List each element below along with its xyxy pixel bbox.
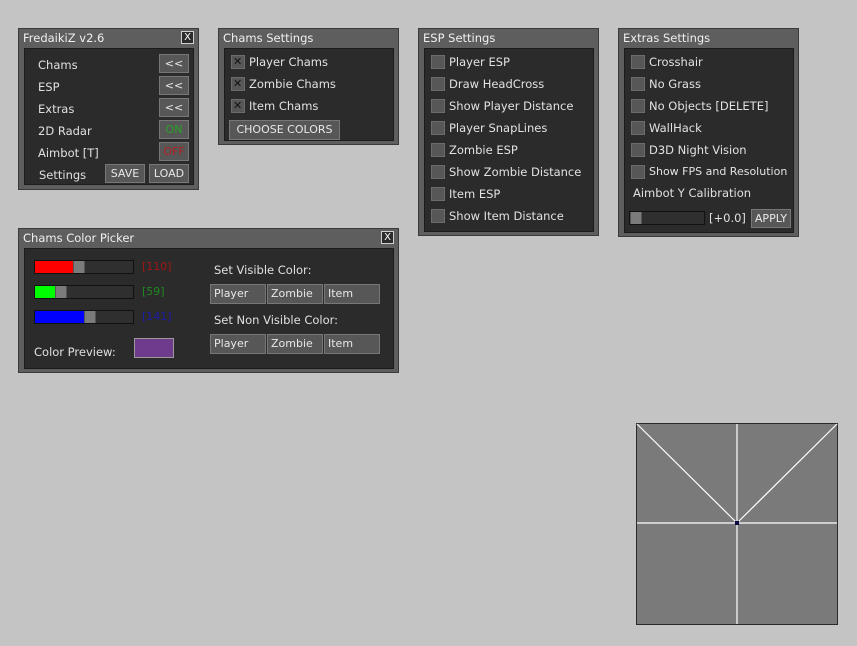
blue-slider-knob[interactable] bbox=[84, 311, 96, 323]
player-chams-label: Player Chams bbox=[249, 55, 329, 69]
aimbot-calibration-knob[interactable] bbox=[630, 212, 642, 224]
player-snaplines-checkbox[interactable] bbox=[431, 121, 445, 135]
non-visible-player-button[interactable]: Player bbox=[210, 334, 266, 354]
main-panel-close-button[interactable]: X bbox=[181, 31, 194, 44]
esp-expand-button[interactable]: << bbox=[159, 76, 189, 95]
chams-label: Chams bbox=[38, 58, 78, 72]
green-slider-fill bbox=[35, 286, 55, 298]
no-objects-label: No Objects [DELETE] bbox=[649, 99, 769, 113]
set-non-visible-color-label: Set Non Visible Color: bbox=[214, 313, 339, 327]
zombie-chams-label: Zombie Chams bbox=[249, 77, 336, 91]
visible-player-button[interactable]: Player bbox=[210, 284, 266, 304]
chams-settings-title[interactable]: Chams Settings bbox=[219, 29, 398, 47]
radar-center-marker bbox=[735, 521, 739, 525]
player-esp-checkbox[interactable] bbox=[431, 55, 445, 69]
item-esp-checkbox[interactable] bbox=[431, 187, 445, 201]
apply-button[interactable]: APPLY bbox=[751, 209, 791, 228]
non-visible-zombie-button[interactable]: Zombie bbox=[267, 334, 323, 354]
player-snaplines-label: Player SnapLines bbox=[449, 121, 548, 135]
player-esp-label: Player ESP bbox=[449, 55, 510, 69]
no-grass-label: No Grass bbox=[649, 77, 701, 91]
aimbot-label: Aimbot [T] bbox=[38, 146, 99, 160]
item-chams-label: Item Chams bbox=[249, 99, 319, 113]
show-player-distance-checkbox[interactable] bbox=[431, 99, 445, 113]
load-button[interactable]: LOAD bbox=[149, 164, 189, 183]
radar-2d-toggle[interactable]: ON bbox=[159, 120, 189, 139]
esp-settings-panel: ESP Settings Player ESP Draw HeadCross S… bbox=[418, 28, 599, 236]
color-picker-close-button[interactable]: X bbox=[381, 231, 394, 244]
esp-settings-body: Player ESP Draw HeadCross Show Player Di… bbox=[424, 48, 594, 232]
chams-settings-panel: Chams Settings Player Chams Zombie Chams… bbox=[218, 28, 399, 145]
color-preview-swatch bbox=[134, 338, 174, 358]
no-grass-checkbox[interactable] bbox=[631, 77, 645, 91]
no-objects-checkbox[interactable] bbox=[631, 99, 645, 113]
green-slider[interactable] bbox=[34, 285, 134, 299]
main-panel: FredaikiZ v2.6 X Chams << ESP << Extras … bbox=[18, 28, 199, 190]
green-slider-knob[interactable] bbox=[55, 286, 67, 298]
item-chams-checkbox[interactable] bbox=[231, 99, 245, 113]
show-item-distance-checkbox[interactable] bbox=[431, 209, 445, 223]
aimbot-calibration-slider[interactable] bbox=[629, 211, 705, 225]
show-item-distance-label: Show Item Distance bbox=[449, 209, 564, 223]
extras-settings-body: Crosshair No Grass No Objects [DELETE] W… bbox=[624, 48, 794, 233]
zombie-esp-label: Zombie ESP bbox=[449, 143, 518, 157]
color-picker-panel: Chams Color Picker X [110] [59] [141] Co… bbox=[18, 228, 399, 373]
save-button[interactable]: SAVE bbox=[105, 164, 145, 183]
blue-slider-fill bbox=[35, 311, 84, 323]
wallhack-checkbox[interactable] bbox=[631, 121, 645, 135]
radar-2d-label: 2D Radar bbox=[38, 124, 92, 138]
show-fps-resolution-label: Show FPS and Resolution bbox=[649, 165, 788, 178]
non-visible-item-button[interactable]: Item bbox=[324, 334, 380, 354]
blue-value: [141] bbox=[142, 310, 172, 323]
red-value: [110] bbox=[142, 260, 172, 273]
calibration-value: [+0.0] bbox=[709, 211, 746, 225]
extras-expand-button[interactable]: << bbox=[159, 98, 189, 117]
color-picker-title[interactable]: Chams Color Picker bbox=[19, 229, 398, 247]
show-fps-resolution-checkbox[interactable] bbox=[631, 165, 645, 179]
aimbot-calibration-label: Aimbot Y Calibration bbox=[633, 186, 752, 200]
blue-slider[interactable] bbox=[34, 310, 134, 324]
esp-label: ESP bbox=[38, 80, 60, 94]
crosshair-checkbox[interactable] bbox=[631, 55, 645, 69]
show-zombie-distance-checkbox[interactable] bbox=[431, 165, 445, 179]
set-visible-color-label: Set Visible Color: bbox=[214, 263, 312, 277]
color-picker-body: [110] [59] [141] Color Preview: Set Visi… bbox=[24, 248, 394, 369]
color-preview-label: Color Preview: bbox=[34, 345, 116, 359]
choose-colors-button[interactable]: CHOOSE COLORS bbox=[229, 120, 340, 140]
show-player-distance-label: Show Player Distance bbox=[449, 99, 574, 113]
aimbot-toggle[interactable]: OFF bbox=[159, 142, 189, 161]
settings-label: Settings bbox=[39, 168, 87, 182]
radar-2d bbox=[636, 423, 838, 625]
show-zombie-distance-label: Show Zombie Distance bbox=[449, 165, 582, 179]
green-value: [59] bbox=[142, 285, 165, 298]
extras-settings-panel: Extras Settings Crosshair No Grass No Ob… bbox=[618, 28, 799, 237]
draw-headcross-label: Draw HeadCross bbox=[449, 77, 545, 91]
visible-item-button[interactable]: Item bbox=[324, 284, 380, 304]
main-panel-body: Chams << ESP << Extras << 2D Radar ON Ai… bbox=[24, 48, 194, 185]
chams-expand-button[interactable]: << bbox=[159, 54, 189, 73]
red-slider[interactable] bbox=[34, 260, 134, 274]
chams-settings-body: Player Chams Zombie Chams Item Chams CHO… bbox=[224, 48, 394, 141]
wallhack-label: WallHack bbox=[649, 121, 702, 135]
d3d-night-vision-checkbox[interactable] bbox=[631, 143, 645, 157]
draw-headcross-checkbox[interactable] bbox=[431, 77, 445, 91]
extras-label: Extras bbox=[38, 102, 75, 116]
visible-zombie-button[interactable]: Zombie bbox=[267, 284, 323, 304]
zombie-chams-checkbox[interactable] bbox=[231, 77, 245, 91]
esp-settings-title[interactable]: ESP Settings bbox=[419, 29, 598, 47]
main-panel-title[interactable]: FredaikiZ v2.6 bbox=[19, 29, 198, 47]
red-slider-fill bbox=[35, 261, 73, 273]
player-chams-checkbox[interactable] bbox=[231, 55, 245, 69]
crosshair-label: Crosshair bbox=[649, 55, 703, 69]
zombie-esp-checkbox[interactable] bbox=[431, 143, 445, 157]
extras-settings-title[interactable]: Extras Settings bbox=[619, 29, 798, 47]
d3d-night-vision-label: D3D Night Vision bbox=[649, 143, 747, 157]
item-esp-label: Item ESP bbox=[449, 187, 501, 201]
red-slider-knob[interactable] bbox=[73, 261, 85, 273]
